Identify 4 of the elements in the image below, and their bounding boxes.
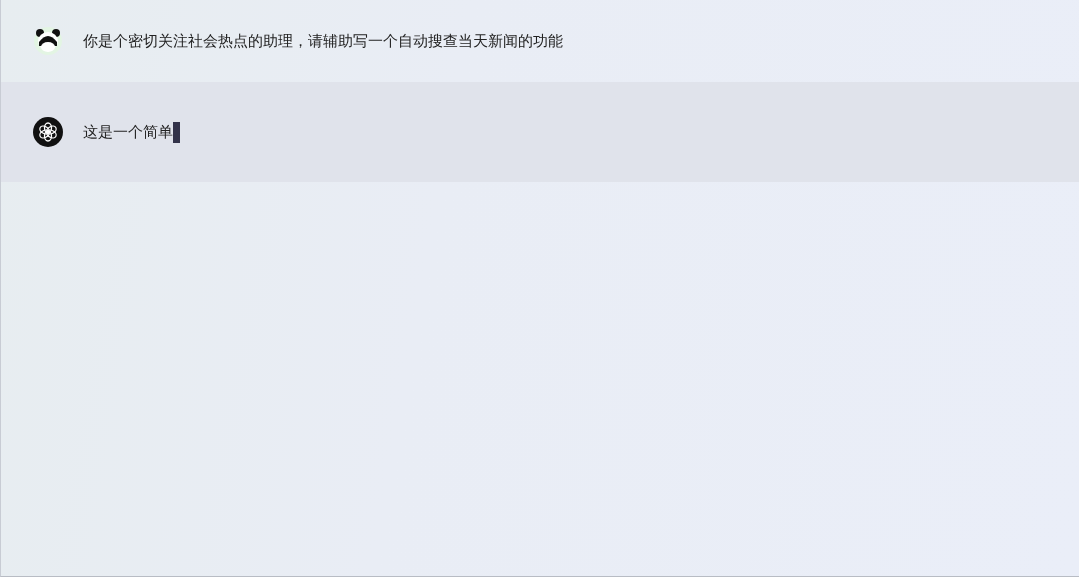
panda-avatar-icon [33, 26, 63, 56]
message-text: 这是一个简单 [83, 122, 173, 142]
assistant-avatar-icon [33, 117, 63, 147]
message-text: 你是个密切关注社会热点的助理，请辅助写一个自动搜查当天新闻的功能 [83, 31, 563, 51]
